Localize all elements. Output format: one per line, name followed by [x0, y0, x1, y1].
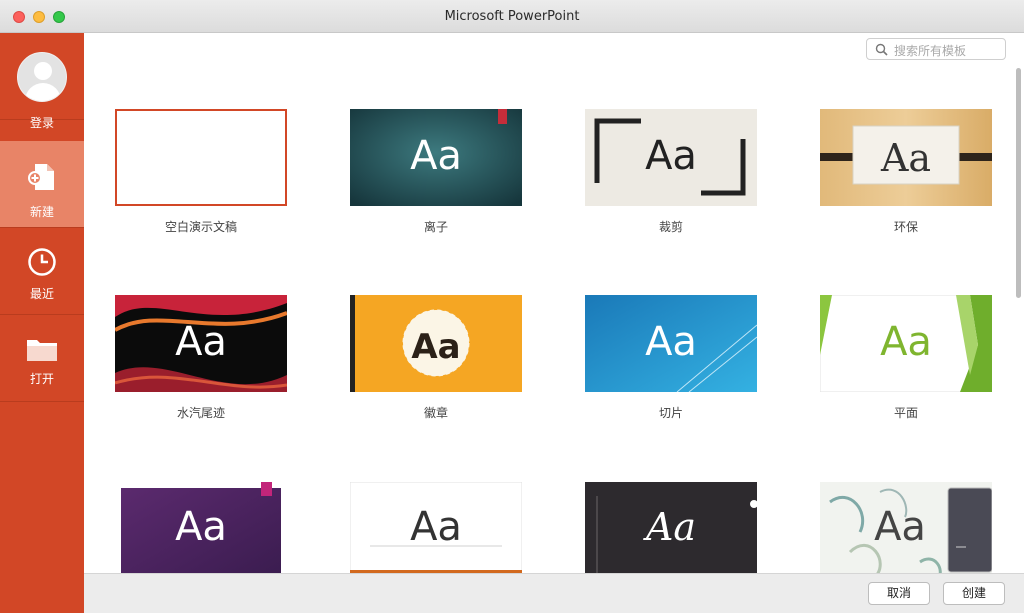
- template-label[interactable]: 平面: [820, 404, 992, 421]
- search-icon: [875, 43, 888, 56]
- template-thumbnail[interactable]: Aa: [820, 482, 992, 573]
- window-title: Microsoft PowerPoint: [444, 9, 580, 24]
- template-gallery: 搜索所有模板 空白演示文稿 Aa 离子 Aa 裁剪 Aa 环保 Aa 水汽尾迹 …: [84, 33, 1024, 573]
- title-bar: Microsoft PowerPoint: [0, 0, 1024, 33]
- sidebar-item-label: 新建: [29, 205, 54, 219]
- template-thumbnail-eco[interactable]: Aa: [820, 109, 992, 206]
- scrollbar[interactable]: [1016, 68, 1021, 298]
- template-thumbnail[interactable]: Aa: [585, 482, 757, 573]
- template-label[interactable]: 空白演示文稿: [115, 218, 287, 235]
- sidebar: 登录 新建 最近 打开: [0, 33, 84, 613]
- template-label[interactable]: 环保: [820, 218, 992, 235]
- template-label[interactable]: 离子: [350, 218, 522, 235]
- template-sample-text: Aa: [645, 133, 697, 179]
- template-sample-text: Aa: [874, 504, 926, 550]
- template-thumbnail-ion[interactable]: Aa: [350, 109, 522, 206]
- template-sample-text: Aa: [410, 504, 462, 550]
- search-placeholder: 搜索所有模板: [894, 44, 967, 58]
- template-sample-text: Aa: [175, 319, 227, 365]
- sidebar-item-sign-in[interactable]: 登录: [0, 33, 84, 130]
- template-thumbnail-crop[interactable]: Aa: [585, 109, 757, 206]
- template-sample-text: Aa: [880, 319, 932, 365]
- sidebar-item-label: 打开: [29, 372, 54, 386]
- template-sample-text: Aa: [880, 136, 931, 180]
- avatar: [17, 52, 67, 102]
- bottom-bar: 取消 创建: [84, 573, 1024, 613]
- sidebar-item-label: 登录: [29, 116, 54, 130]
- template-sample-text: Aa: [645, 319, 697, 365]
- template-thumbnail-vapor-trail[interactable]: Aa: [115, 295, 287, 392]
- template-sample-text: Aa: [643, 505, 696, 549]
- sidebar-item-label: 最近: [29, 287, 54, 301]
- template-thumbnail[interactable]: Aa: [350, 482, 522, 573]
- search-input[interactable]: 搜索所有模板: [866, 38, 1006, 60]
- sidebar-item-recent[interactable]: 最近: [0, 228, 84, 315]
- template-thumbnail-blank[interactable]: [115, 109, 287, 206]
- template-label[interactable]: 徽章: [350, 404, 522, 421]
- folder-icon: [27, 340, 57, 361]
- clock-icon: [28, 248, 56, 276]
- cancel-button[interactable]: 取消: [868, 582, 930, 605]
- new-document-icon: [28, 164, 54, 190]
- template-label[interactable]: 水汽尾迹: [115, 404, 287, 421]
- create-button[interactable]: 创建: [943, 582, 1005, 605]
- sidebar-item-open[interactable]: 打开: [0, 315, 84, 402]
- template-thumbnail-facet[interactable]: Aa: [820, 295, 992, 392]
- template-label[interactable]: 切片: [585, 404, 757, 421]
- template-thumbnail[interactable]: Aa: [115, 482, 287, 573]
- sidebar-item-new[interactable]: 新建: [0, 141, 84, 228]
- template-sample-text: Aa: [411, 327, 460, 367]
- template-sample-text: Aa: [410, 133, 462, 179]
- template-label[interactable]: 裁剪: [585, 218, 757, 235]
- template-thumbnail-slice[interactable]: Aa: [585, 295, 757, 392]
- template-thumbnail-badge[interactable]: Aa: [350, 295, 522, 392]
- template-sample-text: Aa: [175, 504, 227, 550]
